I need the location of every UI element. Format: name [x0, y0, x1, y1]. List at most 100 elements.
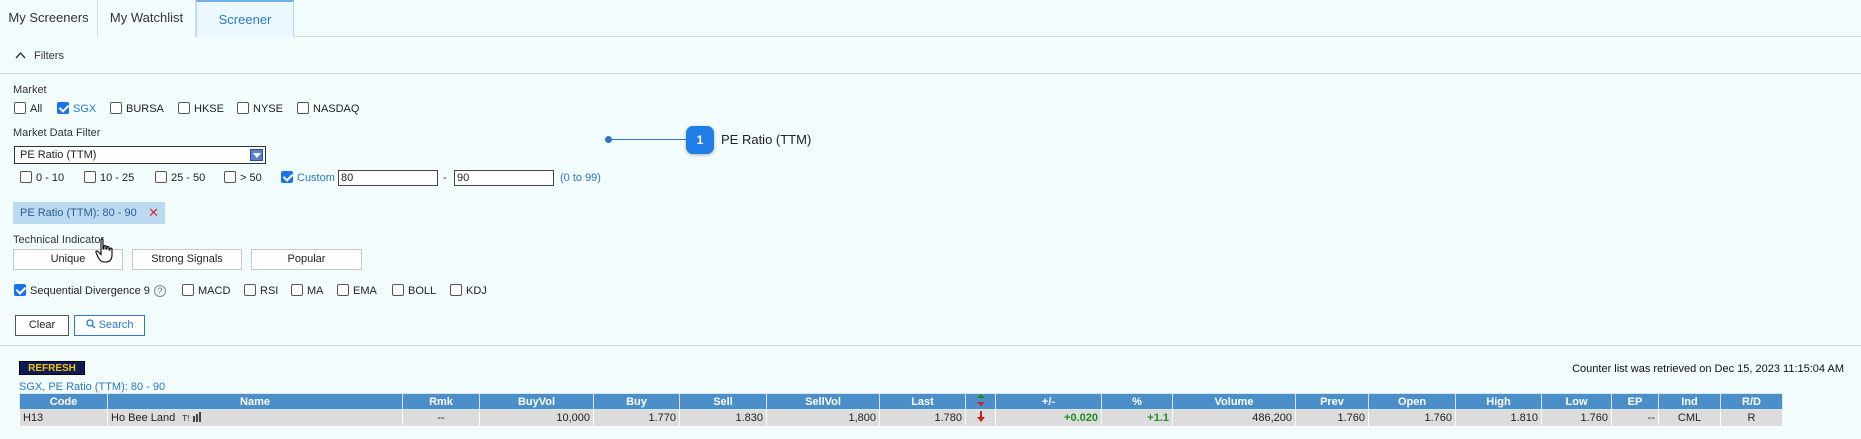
strong-signals-button[interactable]: Strong Signals — [132, 249, 242, 270]
callout-number-badge: 1 — [686, 126, 714, 154]
checkbox[interactable] — [84, 171, 96, 184]
col-header-trend[interactable] — [965, 393, 996, 410]
chevron-down-icon[interactable] — [250, 149, 263, 161]
col-header-ind[interactable]: Ind — [1658, 393, 1721, 410]
table-row[interactable]: H13 Ho Bee Land T! -- 10,000 1.770 1.830… — [19, 409, 1783, 427]
market-option-nyse[interactable]: NYSE — [237, 102, 283, 115]
cell-high: 1.810 — [1455, 409, 1542, 427]
help-icon[interactable]: ? — [153, 285, 166, 298]
checkbox[interactable] — [178, 102, 190, 115]
checkbox[interactable] — [237, 102, 249, 115]
col-header-open[interactable]: Open — [1368, 393, 1456, 410]
indicator-option-boll[interactable]: BOLL — [392, 284, 436, 297]
checkbox[interactable] — [110, 102, 122, 115]
market-option-sgx[interactable]: SGX — [57, 102, 96, 115]
checkbox[interactable] — [244, 284, 256, 297]
checkbox[interactable] — [291, 284, 303, 297]
checkbox-checked[interactable] — [281, 171, 293, 184]
up-down-arrows-icon — [976, 394, 985, 409]
col-header-sell[interactable]: Sell — [679, 393, 767, 410]
market-option-nasdaq[interactable]: NASDAQ — [297, 102, 359, 115]
indicator-option-ma[interactable]: MA — [291, 284, 324, 297]
cell-last: 1.780 — [879, 409, 966, 427]
range-option-custom[interactable]: Custom — [281, 171, 335, 184]
technical-indicator-label: Technical Indicator — [13, 234, 105, 246]
col-header-buy[interactable]: Buy — [593, 393, 680, 410]
cell-name: Ho Bee Land T! — [107, 409, 403, 427]
cell-change: +0.020 — [995, 409, 1102, 427]
alert-icon[interactable] — [192, 412, 202, 424]
retrieved-timestamp: Counter list was retrieved on Dec 15, 20… — [1572, 363, 1844, 375]
tab-bar: My Screeners My Watchlist Screener — [0, 0, 1861, 37]
indicator-option-macd[interactable]: MACD — [182, 284, 230, 297]
col-header-sellvol[interactable]: SellVol — [766, 393, 880, 410]
checkbox-checked[interactable] — [14, 284, 26, 297]
col-header-name[interactable]: Name — [107, 393, 403, 410]
col-header-ep[interactable]: EP — [1611, 393, 1659, 410]
range-option-0-10[interactable]: 0 - 10 — [20, 171, 64, 184]
results-table: Code Name Rmk BuyVol Buy Sell SellVol La… — [19, 393, 1783, 427]
callout-connector — [609, 139, 689, 140]
market-data-filter-label: Market Data Filter — [13, 127, 101, 139]
remove-filter-icon[interactable]: ✕ — [148, 202, 159, 224]
cell-sellvol: 1,800 — [766, 409, 880, 427]
checkbox[interactable] — [297, 102, 309, 115]
indicator-option-seq-div-9[interactable]: Sequential Divergence 9? — [14, 284, 166, 298]
cell-rmk: -- — [402, 409, 480, 427]
col-header-pct[interactable]: % — [1101, 393, 1173, 410]
checkbox[interactable] — [224, 171, 236, 184]
results-subtitle: SGX, PE Ratio (TTM): 80 - 90 — [19, 381, 166, 393]
range-option-gt-50[interactable]: > 50 — [224, 171, 262, 184]
market-option-all[interactable]: All — [14, 102, 42, 115]
tab-screener[interactable]: Screener — [196, 0, 294, 37]
market-data-filter-select[interactable]: PE Ratio (TTM) — [14, 146, 266, 164]
clear-button[interactable]: Clear — [15, 315, 69, 336]
market-option-bursa[interactable]: BURSA — [110, 102, 164, 115]
checkbox-checked[interactable] — [57, 102, 69, 115]
search-button[interactable]: Search — [74, 315, 145, 336]
indicator-option-ema[interactable]: EMA — [337, 284, 377, 297]
cell-open: 1.760 — [1368, 409, 1456, 427]
market-option-hkse[interactable]: HKSE — [178, 102, 224, 115]
cell-ep: -- — [1611, 409, 1659, 427]
col-header-change[interactable]: +/- — [995, 393, 1102, 410]
checkbox[interactable] — [182, 284, 194, 297]
checkbox[interactable] — [337, 284, 349, 297]
checkbox[interactable] — [20, 171, 32, 184]
refresh-button[interactable]: REFRESH — [19, 361, 85, 375]
filters-toggle[interactable]: Filters — [0, 38, 1861, 74]
chart-ti-icon[interactable]: T! — [182, 414, 189, 423]
cell-ind: CML — [1658, 409, 1721, 427]
checkbox[interactable] — [450, 284, 462, 297]
range-option-10-25[interactable]: 10 - 25 — [84, 171, 134, 184]
cell-low: 1.760 — [1541, 409, 1612, 427]
active-filter-chip: PE Ratio (TTM): 80 - 90 ✕ — [13, 202, 165, 224]
cell-buyvol: 10,000 — [479, 409, 594, 427]
col-header-rmk[interactable]: Rmk — [402, 393, 480, 410]
cell-sell: 1.830 — [679, 409, 767, 427]
tab-my-watchlist[interactable]: My Watchlist — [98, 0, 196, 37]
cell-pct: +1.1 — [1101, 409, 1173, 427]
col-header-volume[interactable]: Volume — [1172, 393, 1296, 410]
custom-from-input[interactable]: 80 — [338, 170, 438, 186]
col-header-code[interactable]: Code — [19, 393, 108, 410]
col-header-low[interactable]: Low — [1541, 393, 1612, 410]
checkbox[interactable] — [155, 171, 167, 184]
popular-button[interactable]: Popular — [251, 249, 362, 270]
indicator-option-rsi[interactable]: RSI — [244, 284, 278, 297]
cell-code: H13 — [19, 409, 108, 427]
cell-rd: R — [1720, 409, 1783, 427]
tab-my-screeners[interactable]: My Screeners — [0, 0, 98, 37]
range-option-25-50[interactable]: 25 - 50 — [155, 171, 205, 184]
col-header-prev[interactable]: Prev — [1295, 393, 1369, 410]
down-arrow-icon — [976, 411, 985, 425]
checkbox[interactable] — [392, 284, 404, 297]
custom-to-input[interactable]: 90 — [454, 170, 554, 186]
col-header-rd[interactable]: R/D — [1720, 393, 1783, 410]
indicator-option-kdj[interactable]: KDJ — [450, 284, 487, 297]
col-header-last[interactable]: Last — [879, 393, 966, 410]
col-header-high[interactable]: High — [1455, 393, 1542, 410]
checkbox[interactable] — [14, 102, 26, 115]
callout-label: PE Ratio (TTM) — [721, 132, 812, 147]
col-header-buyvol[interactable]: BuyVol — [479, 393, 594, 410]
